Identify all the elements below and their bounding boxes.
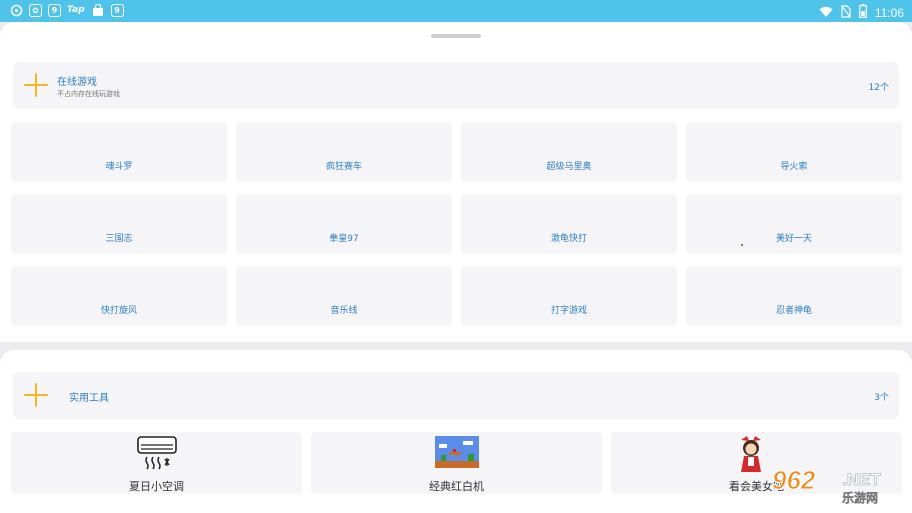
watermark-text: 乐游网 xyxy=(842,491,879,505)
online-games-header[interactable]: 在线游戏 不占内存在线玩游戏 12个 xyxy=(13,62,899,109)
game-label: 快打旋风 xyxy=(100,306,137,316)
game-tile[interactable]: 拳皇97 xyxy=(236,194,452,254)
bag-icon xyxy=(91,3,105,17)
tool-tile[interactable]: 经典红白机 xyxy=(311,432,602,494)
air-conditioner-icon xyxy=(136,436,178,476)
section-subtitle: 不占内存在线玩游戏 xyxy=(57,90,120,98)
baidu-icon: ✿ xyxy=(29,3,42,17)
app-9-icon: 9 xyxy=(110,3,124,17)
game-label: 激龟快打 xyxy=(550,234,587,244)
game-label: 超级马里奥 xyxy=(546,162,592,172)
anime-girl-icon xyxy=(737,436,765,478)
game-label: 魂斗罗 xyxy=(105,162,133,172)
tools-header[interactable]: 实用工具 3个 xyxy=(13,372,899,419)
game-tile[interactable]: 音乐线 xyxy=(236,266,452,326)
game-label: 音乐线 xyxy=(330,306,358,316)
section-count: 3个 xyxy=(874,393,889,403)
game-label: 美好一天 xyxy=(775,234,812,244)
section-count: 12个 xyxy=(868,83,889,93)
watermark-number: 962 xyxy=(771,465,816,496)
site-watermark: 962 .NET 乐游网 xyxy=(771,463,904,507)
game-tile[interactable]: 超级马里奥 xyxy=(461,122,677,182)
game-label: 打字游戏 xyxy=(550,306,587,316)
no-sim-icon xyxy=(841,3,851,22)
notification-icons: ✿ 9 Tap 9 xyxy=(9,3,124,17)
game-tile[interactable]: 疯狂赛车 xyxy=(236,122,452,182)
game-label: 三国志 xyxy=(105,234,133,244)
online-games-sheet: 在线游戏 不占内存在线玩游戏 12个 魂斗罗 疯狂赛车 超级马里奥 导火索 三国… xyxy=(0,22,912,342)
retro-game-icon xyxy=(434,436,479,472)
system-icons: 11:06 xyxy=(819,3,904,22)
app-9-icon: 9 xyxy=(48,3,61,17)
plus-icon[interactable] xyxy=(24,73,48,97)
tools-row: 夏日小空调 经典红白机 看会美女吧 xyxy=(11,432,902,494)
thumbnail-speck xyxy=(741,244,743,246)
section-title: 实用工具 xyxy=(69,393,109,404)
game-label: 导火索 xyxy=(780,162,808,172)
pinwheel-icon xyxy=(9,3,23,17)
watermark-suffix: .NET xyxy=(842,470,881,490)
game-label: 疯狂赛车 xyxy=(325,162,362,172)
games-grid: 魂斗罗 疯狂赛车 超级马里奥 导火索 三国志 拳皇97 激龟快打 美好一天 快打… xyxy=(11,122,902,326)
game-label: 忍者神龟 xyxy=(775,306,812,316)
tool-label: 夏日小空调 xyxy=(129,480,184,493)
battery-icon xyxy=(858,3,867,22)
tool-tile[interactable]: 夏日小空调 xyxy=(11,432,302,494)
game-label: 拳皇97 xyxy=(329,234,359,244)
plus-icon[interactable] xyxy=(24,383,48,407)
section-title: 在线游戏 xyxy=(57,77,97,88)
game-tile[interactable]: 快打旋风 xyxy=(11,266,227,326)
clock: 11:06 xyxy=(874,5,904,20)
taptap-icon: Tap xyxy=(67,5,85,15)
status-bar: ✿ 9 Tap 9 11:06 xyxy=(0,0,912,22)
game-tile[interactable]: 忍者神龟 xyxy=(686,266,902,326)
game-tile[interactable]: 激龟快打 xyxy=(461,194,677,254)
drag-handle[interactable] xyxy=(431,34,481,38)
game-tile[interactable]: 魂斗罗 xyxy=(11,122,227,182)
wifi-icon xyxy=(819,3,833,22)
game-tile[interactable]: 导火索 xyxy=(686,122,902,182)
game-tile[interactable]: 打字游戏 xyxy=(461,266,677,326)
tool-label: 经典红白机 xyxy=(429,480,484,493)
game-tile[interactable]: 三国志 xyxy=(11,194,227,254)
game-tile[interactable]: 美好一天 xyxy=(686,194,902,254)
